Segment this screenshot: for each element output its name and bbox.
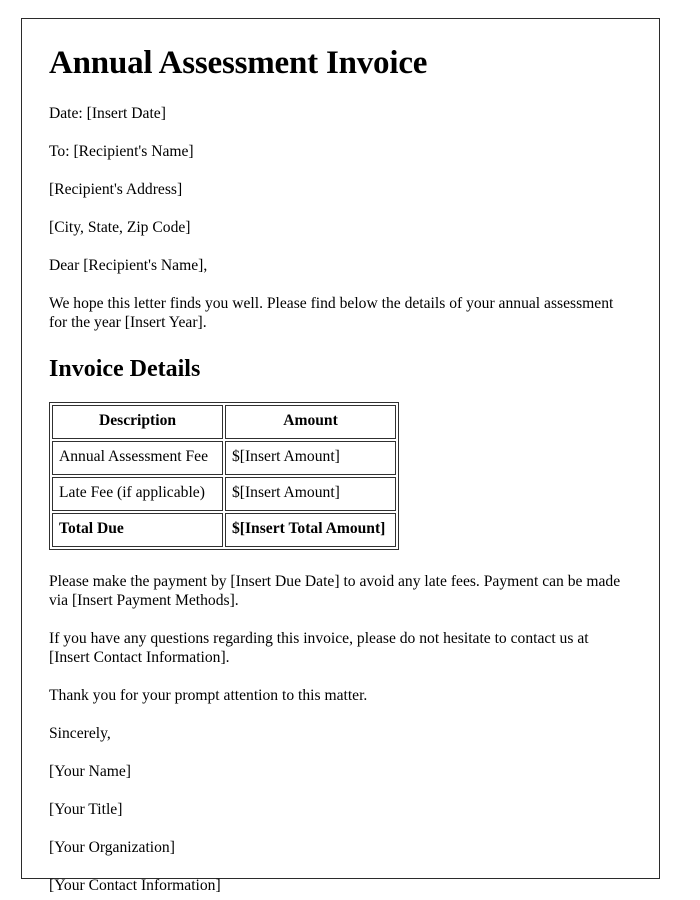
date-line: Date: [Insert Date] (49, 104, 166, 122)
table-header-row: Description Amount (52, 404, 396, 439)
signature-organization-line: [Your Organization] (49, 838, 175, 856)
document-body: Annual Assessment Invoice Date: [Insert … (22, 19, 659, 895)
cell-description-total: Total Due (52, 512, 223, 547)
thanks-paragraph: Thank you for your prompt attention to t… (49, 686, 368, 704)
table-row-total: Total Due $[Insert Total Amount] (52, 512, 396, 547)
column-header-description: Description (52, 404, 223, 439)
cell-amount-total: $[Insert Total Amount] (225, 512, 396, 547)
salutation-line: Dear [Recipient's Name], (49, 257, 208, 275)
signature-contact-line: [Your Contact Information] (49, 876, 221, 894)
closing-line: Sincerely, (49, 724, 111, 742)
invoice-details-table: Description Amount Annual Assessment Fee… (49, 401, 399, 550)
recipient-city-state-zip-line: [City, State, Zip Code] (49, 219, 191, 236)
payment-paragraph: Please make the payment by [Insert Due D… (49, 572, 621, 609)
intro-paragraph: We hope this letter finds you well. Plea… (49, 295, 614, 332)
cell-amount: $[Insert Amount] (225, 476, 396, 511)
signature-name-line: [Your Name] (49, 762, 132, 780)
recipient-name-line: To: [Recipient's Name] (49, 142, 194, 160)
page-title: Annual Assessment Invoice (49, 45, 428, 81)
cell-description: Annual Assessment Fee (52, 440, 223, 475)
signature-title-line: [Your Title] (49, 800, 123, 818)
cell-amount: $[Insert Amount] (225, 440, 396, 475)
table-row: Late Fee (if applicable) $[Insert Amount… (52, 476, 396, 511)
table-row: Annual Assessment Fee $[Insert Amount] (52, 440, 396, 475)
recipient-address-line: [Recipient's Address] (49, 180, 183, 198)
section-heading-invoice-details: Invoice Details (49, 356, 201, 383)
document-page: Annual Assessment Invoice Date: [Insert … (21, 18, 660, 894)
questions-paragraph: If you have any questions regarding this… (49, 629, 589, 666)
column-header-amount: Amount (225, 404, 396, 439)
cell-description: Late Fee (if applicable) (52, 476, 223, 511)
